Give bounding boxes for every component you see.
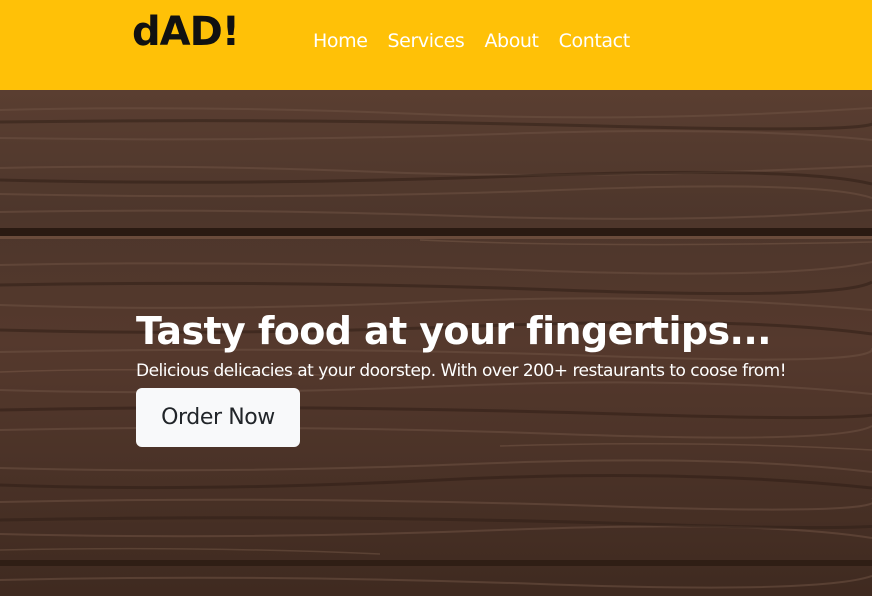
nav-link-about[interactable]: About xyxy=(484,29,539,53)
order-now-button[interactable]: Order Now xyxy=(136,388,300,447)
nav-link-contact[interactable]: Contact xyxy=(559,29,631,53)
nav-menu: Home Services About Contact xyxy=(313,29,630,53)
nav-link-home[interactable]: Home xyxy=(313,29,368,53)
brand-logo[interactable]: dAD! xyxy=(132,6,240,58)
nav-link-services[interactable]: Services xyxy=(388,29,465,53)
top-navbar: dAD! Home Services About Contact xyxy=(0,0,872,90)
hero-subtitle: Delicious delicacies at your doorstep. W… xyxy=(136,361,787,381)
hero-title: Tasty food at your fingertips... xyxy=(136,309,772,354)
hero-section: Tasty food at your fingertips... Delicio… xyxy=(0,90,872,596)
